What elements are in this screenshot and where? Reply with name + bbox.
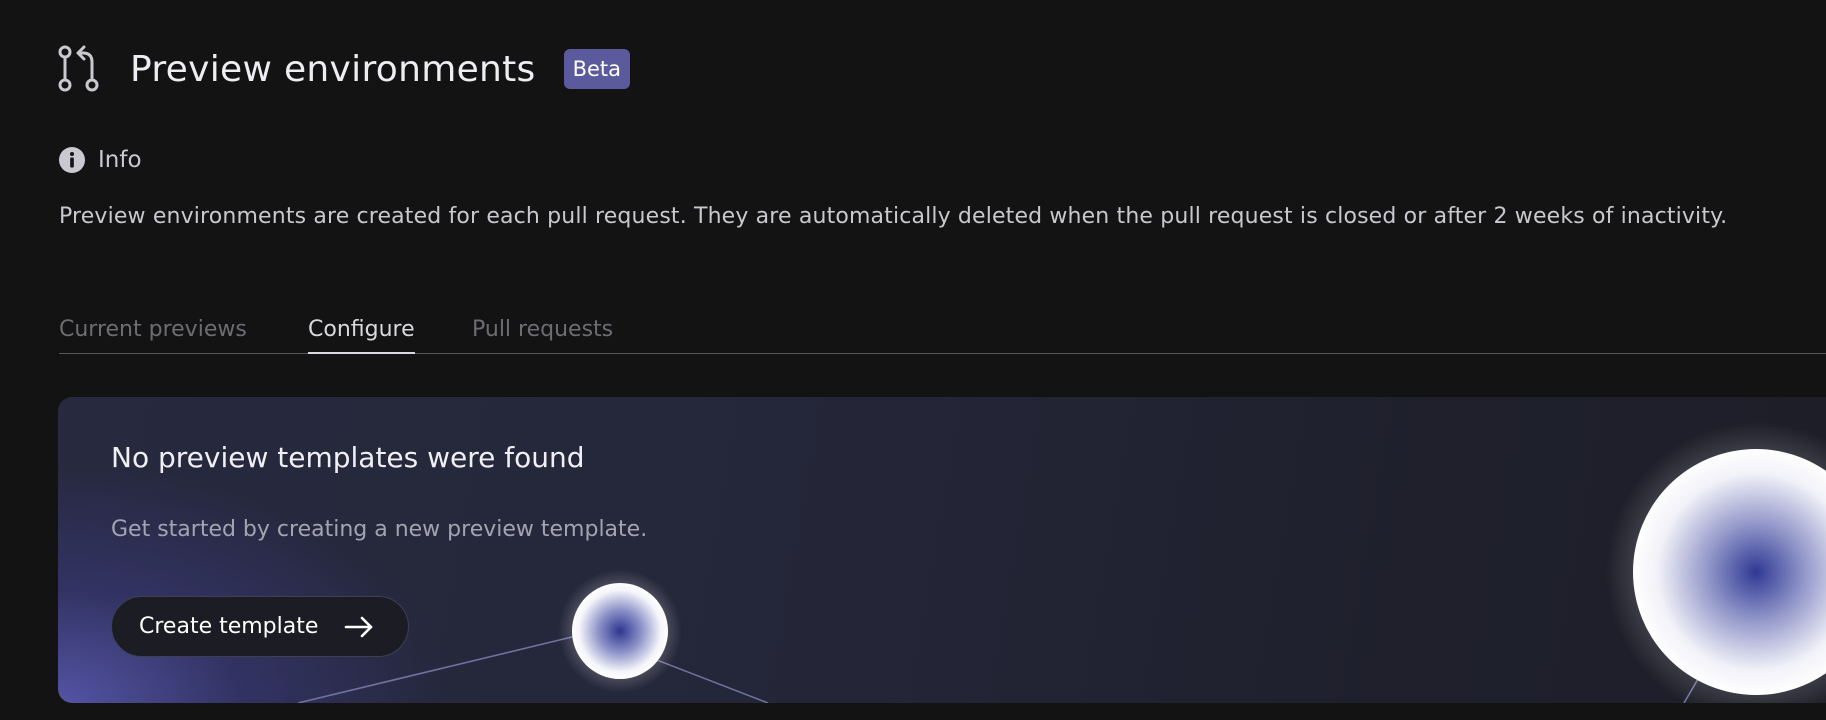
tab-configure[interactable]: Configure	[308, 315, 415, 354]
preview-environments-page: Preview environments Beta Info Preview e…	[0, 0, 1826, 720]
beta-badge: Beta	[563, 49, 631, 89]
tab-pull-requests[interactable]: Pull requests	[472, 315, 613, 353]
info-section: Info	[58, 145, 142, 175]
create-template-button[interactable]: Create template	[111, 596, 409, 657]
tab-bar: Current previews Configure Pull requests	[59, 315, 1826, 354]
git-pull-request-icon	[56, 44, 102, 94]
page-header: Preview environments Beta	[56, 44, 631, 94]
info-label: Info	[98, 147, 142, 173]
arrow-right-icon	[345, 616, 373, 637]
info-description: Preview environments are created for eac…	[59, 204, 1728, 229]
tab-current-previews[interactable]: Current previews	[59, 315, 247, 353]
info-icon	[59, 147, 85, 173]
empty-state-subtitle: Get started by creating a new preview te…	[111, 517, 648, 542]
page-title: Preview environments	[130, 48, 536, 90]
empty-state-card: No preview templates were found Get star…	[58, 397, 1826, 703]
empty-state-title: No preview templates were found	[111, 441, 585, 474]
create-template-label: Create template	[139, 614, 319, 639]
